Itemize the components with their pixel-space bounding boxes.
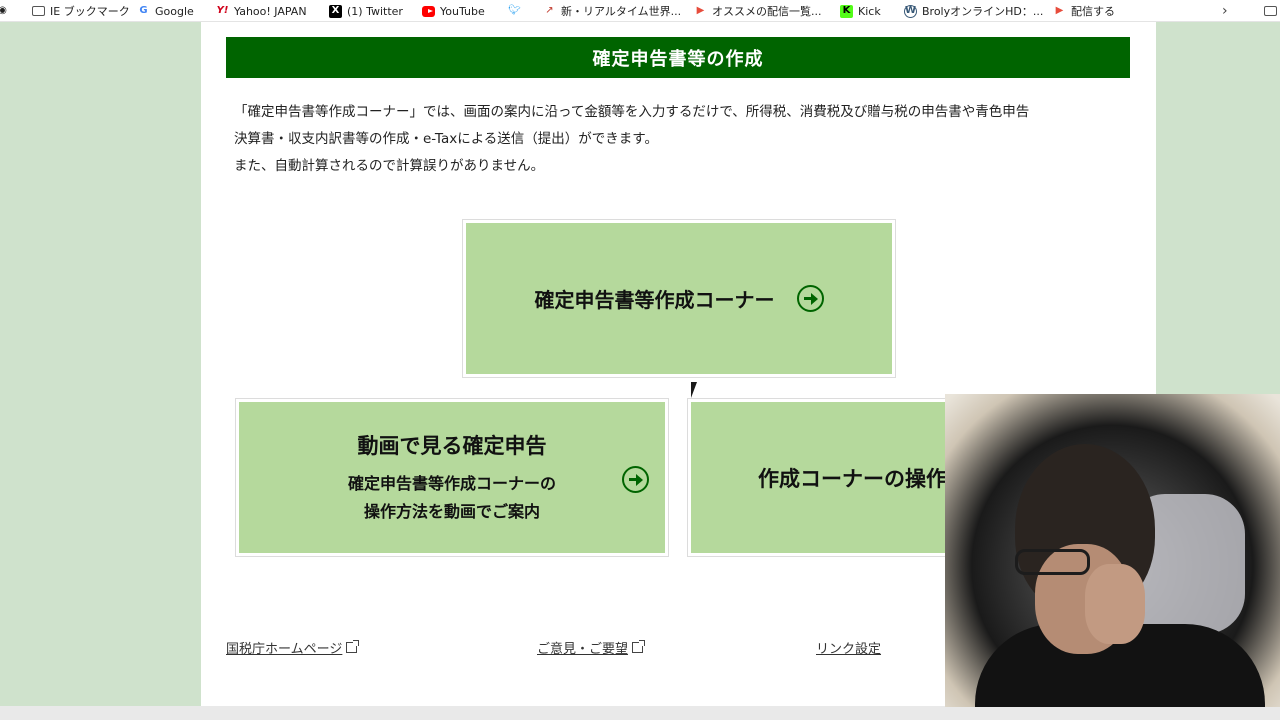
bookmark-label: Kick [858, 4, 881, 18]
bookmark-youtube[interactable]: YouTube [422, 0, 485, 22]
bookmark-ie-folder[interactable]: IE ブックマーク [32, 0, 130, 22]
bookmark-label: BrolyオンラインHD：... [922, 5, 1044, 18]
bookmark-kick[interactable]: K Kick [840, 0, 881, 22]
intro-text: 「確定申告書等作成コーナー」では、画面の案内に沿って金額等を入力するだけで、所得… [234, 99, 1124, 180]
folder-icon [1264, 5, 1277, 18]
twitter-bird-icon: 🐦︎ [508, 5, 521, 16]
chevron-right-icon[interactable]: › [1222, 0, 1228, 22]
webcam-person-hand [1085, 564, 1145, 644]
bookmarks-bar: ◉ IE ブックマーク G Google Y! Yahoo! JAPAN X (1) … [0, 0, 1280, 22]
other-bookmarks-folder[interactable] [1264, 0, 1277, 22]
folder-icon [32, 5, 45, 18]
arrow-right-circle-icon [622, 466, 649, 493]
operation-guide-label: 作成コーナーの操作 [758, 466, 947, 491]
yahoo-icon: Y! [216, 5, 229, 16]
mouse-cursor-icon [691, 382, 703, 398]
page-title: 確定申告書等の作成 [226, 37, 1130, 78]
feedback-label: ご意見・ご要望 [537, 642, 629, 657]
bookmark-label: 配信する [1071, 5, 1115, 18]
filing-corner-label: 確定申告書等作成コーナー [534, 288, 775, 312]
bookmark-recommended[interactable]: ▶ オススメの配信一覧... [694, 0, 822, 22]
kick-icon: K [840, 4, 853, 18]
arrow-right-circle-icon [796, 285, 824, 312]
external-link-icon [632, 640, 646, 653]
wordpress-icon: W [904, 4, 917, 18]
bookmark-broly[interactable]: W BrolyオンラインHD：... [904, 0, 1043, 22]
google-icon: G [139, 5, 148, 16]
link-settings-label: リンク設定 [816, 642, 882, 657]
webcam-glasses [1015, 549, 1090, 575]
intro-line: 決算書・収支内訳書等の作成・e-Taxによる送信（提出）ができます。 [234, 131, 658, 147]
bookmark-label: Yahoo! JAPAN [234, 4, 307, 18]
stream-play-icon: ▶ [1055, 5, 1064, 16]
video-guide-subtitle: 操作方法を動画でご案内 [363, 501, 540, 521]
intro-line: また、自動計算されるので計算誤りがありません。 [234, 158, 545, 174]
bookmark-google[interactable]: G Google [137, 0, 194, 22]
nta-homepage-link[interactable]: 国税庁ホームページ [226, 638, 360, 657]
external-link-icon [346, 640, 360, 653]
bookmark-label: オススメの配信一覧... [712, 5, 822, 18]
bookmark-yahoo[interactable]: Y! Yahoo! JAPAN [216, 0, 307, 22]
link-settings-link[interactable]: リンク設定 [816, 638, 881, 657]
x-icon: X [329, 4, 342, 18]
webcam-overlay [945, 394, 1280, 707]
video-guide-text: 動画で見る確定申告 確定申告書等作成コーナーの 操作方法を動画でご案内 [348, 430, 556, 526]
bookmark-label: Google [155, 4, 194, 18]
bookmark-realtime[interactable]: ↗ 新・リアルタイム世界... [543, 0, 681, 22]
bookmark-stream[interactable]: ▶ 配信する [1053, 0, 1115, 22]
chart-icon: ↗ [545, 5, 554, 16]
nta-homepage-label: 国税庁ホームページ [226, 642, 343, 657]
bookmark-label: IE ブックマーク [50, 5, 130, 18]
filing-corner-button[interactable]: 確定申告書等作成コーナー [462, 219, 896, 378]
video-guide-button[interactable]: 動画で見る確定申告 確定申告書等作成コーナーの 操作方法を動画でご案内 [235, 398, 669, 557]
bookmark-twitter[interactable]: X (1) Twitter [329, 0, 403, 22]
video-guide-subtitle: 確定申告書等作成コーナーの [347, 473, 556, 493]
stream-play-icon: ▶ [696, 5, 705, 16]
intro-line: 「確定申告書等作成コーナー」では、画面の案内に沿って金額等を入力するだけで、所得… [234, 104, 1030, 120]
bookmark-overflow-icon[interactable]: ◉ [0, 0, 9, 22]
bookmark-label: YouTube [440, 4, 485, 18]
bottom-scroll-strip [0, 706, 1280, 720]
bookmark-twitter-bird[interactable]: 🐦︎ [508, 0, 521, 22]
feedback-link[interactable]: ご意見・ご要望 [537, 638, 646, 657]
bookmark-label: 新・リアルタイム世界... [561, 5, 682, 18]
youtube-icon [422, 5, 435, 18]
video-guide-title: 動画で見る確定申告 [357, 433, 547, 458]
bookmark-label: (1) Twitter [347, 4, 403, 18]
